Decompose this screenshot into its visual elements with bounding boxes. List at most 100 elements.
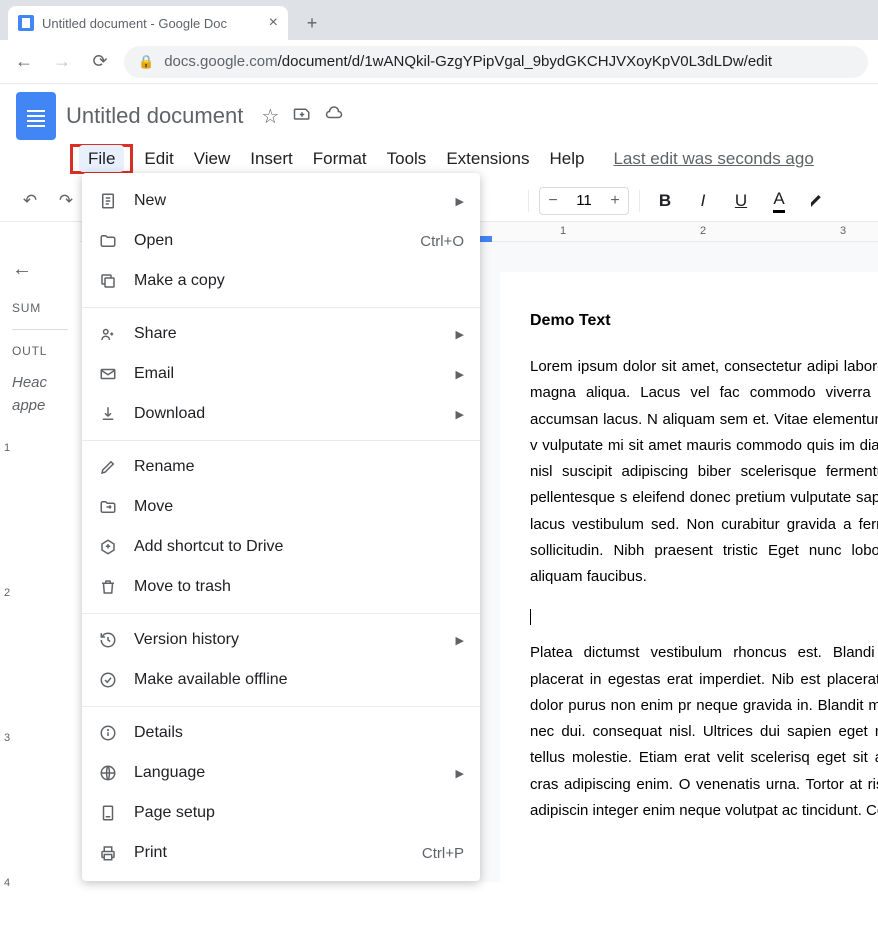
forward-button[interactable]: → (48, 48, 76, 76)
underline-button[interactable]: U (726, 187, 756, 215)
offline-icon (98, 670, 118, 690)
copy-icon (98, 271, 118, 291)
reload-button[interactable]: ⟳ (86, 48, 114, 76)
menu-item-label: New (134, 192, 440, 210)
menu-item-make-a-copy[interactable]: Make a copy (82, 261, 480, 301)
chevron-right-icon: ▶ (456, 328, 464, 341)
menu-item-label: Version history (134, 631, 440, 649)
info-icon (98, 723, 118, 743)
back-button[interactable]: ← (10, 48, 38, 76)
menu-item-language[interactable]: Language▶ (82, 753, 480, 793)
menu-divider (82, 613, 480, 614)
text-cursor (530, 609, 531, 625)
menu-item-details[interactable]: Details (82, 713, 480, 753)
menu-help[interactable]: Help (540, 145, 593, 173)
docs-logo[interactable] (16, 92, 56, 140)
close-icon[interactable]: × (269, 14, 278, 32)
chevron-right-icon: ▶ (456, 368, 464, 381)
document-canvas[interactable]: Demo Text Lorem ipsum dolor sit amet, co… (480, 242, 878, 882)
globe-icon (98, 763, 118, 783)
page-icon (98, 803, 118, 823)
text-color-button[interactable]: A (764, 187, 794, 215)
lock-icon: 🔒 (138, 54, 154, 70)
menu-view[interactable]: View (185, 145, 240, 173)
annotation-highlight: File (70, 144, 133, 174)
menu-item-label: Make a copy (134, 272, 464, 290)
menu-item-label: Details (134, 724, 464, 742)
mail-icon (98, 364, 118, 384)
paragraph[interactable]: Platea dictumst vestibulum rhoncus est. … (530, 640, 878, 824)
move-icon (98, 497, 118, 517)
new-tab-button[interactable]: + (298, 9, 326, 37)
menu-item-version-history[interactable]: Version history▶ (82, 620, 480, 660)
menu-item-label: Download (134, 405, 440, 423)
summary-heading: SUM (12, 301, 68, 315)
menu-file[interactable]: File (79, 145, 124, 172)
decrease-font-button[interactable]: − (540, 188, 566, 214)
browser-nav: ← → ⟳ 🔒 docs.google.com/document/d/1wANQ… (0, 40, 878, 84)
bold-button[interactable]: B (650, 187, 680, 215)
menu-item-share[interactable]: Share ▶ (82, 314, 480, 354)
menu-item-open[interactable]: Open Ctrl+O (82, 221, 480, 261)
trash-icon (98, 577, 118, 597)
print-icon (98, 843, 118, 863)
menu-tools[interactable]: Tools (378, 145, 436, 173)
menu-item-label: Move to trash (134, 578, 464, 596)
browser-tab[interactable]: Untitled document - Google Doc × (8, 6, 288, 40)
collapse-outline-button[interactable]: ← (12, 258, 68, 281)
increase-font-button[interactable]: + (602, 188, 628, 214)
url-bar[interactable]: 🔒 docs.google.com/document/d/1wANQkil-Gz… (124, 46, 868, 78)
chevron-right-icon: ▶ (456, 408, 464, 421)
move-icon[interactable] (293, 104, 311, 129)
history-icon (98, 630, 118, 650)
chevron-right-icon: ▶ (456, 195, 464, 208)
italic-button[interactable]: I (688, 187, 718, 215)
menu-item-download[interactable]: Download ▶ (82, 394, 480, 434)
highlight-button[interactable] (802, 187, 832, 215)
menu-item-make-available-offline[interactable]: Make available offline (82, 660, 480, 700)
last-edit-link[interactable]: Last edit was seconds ago (613, 149, 813, 169)
menu-item-label: Make available offline (134, 671, 464, 689)
docs-favicon (18, 15, 34, 31)
cloud-icon[interactable] (325, 104, 343, 129)
menu-item-add-shortcut-to-drive[interactable]: Add shortcut to Drive (82, 527, 480, 567)
menu-format[interactable]: Format (304, 145, 376, 173)
doc-title[interactable]: Untitled document (66, 103, 243, 129)
browser-tab-strip: Untitled document - Google Doc × + (0, 0, 878, 40)
file-menu-dropdown: New▶OpenCtrl+OMake a copyShare▶Email▶Dow… (82, 173, 480, 881)
paragraph[interactable]: Lorem ipsum dolor sit amet, consectetur … (530, 354, 878, 590)
font-size-stepper[interactable]: − 11 + (539, 187, 629, 215)
menu-item-move-to-trash[interactable]: Move to trash (82, 567, 480, 607)
menu-item-print[interactable]: Print Ctrl+P (82, 833, 480, 873)
vertical-ruler[interactable]: 1 2 3 4 (0, 242, 20, 882)
menu-item-move[interactable]: Move (82, 487, 480, 527)
menu-item-label: Email (134, 365, 440, 383)
redo-button[interactable]: ↷ (52, 187, 80, 215)
doc-icon (98, 191, 118, 211)
shortcut-hint: Ctrl+P (422, 845, 464, 862)
menu-item-page-setup[interactable]: Page setup (82, 793, 480, 833)
page[interactable]: Demo Text Lorem ipsum dolor sit amet, co… (500, 272, 878, 882)
folder-icon (98, 231, 118, 251)
menu-edit[interactable]: Edit (135, 145, 182, 173)
star-icon[interactable]: ☆ (261, 104, 279, 129)
doc-heading[interactable]: Demo Text (530, 312, 878, 330)
undo-button[interactable]: ↶ (16, 187, 44, 215)
outline-heading: OUTL (12, 344, 68, 358)
menu-extensions[interactable]: Extensions (437, 145, 538, 173)
menu-item-email[interactable]: Email ▶ (82, 354, 480, 394)
menu-insert[interactable]: Insert (241, 145, 302, 173)
menu-item-new[interactable]: New ▶ (82, 181, 480, 221)
url-host: docs.google.com (164, 53, 277, 70)
font-size-value[interactable]: 11 (566, 192, 602, 209)
menu-item-label: Share (134, 325, 440, 343)
menu-item-label: Open (134, 232, 404, 250)
chevron-right-icon: ▶ (456, 767, 464, 780)
menu-item-rename[interactable]: Rename (82, 447, 480, 487)
tab-title: Untitled document - Google Doc (42, 16, 261, 31)
shortcut-icon (98, 537, 118, 557)
menu-item-label: Print (134, 844, 406, 862)
menu-item-label: Move (134, 498, 464, 516)
shortcut-hint: Ctrl+O (420, 233, 464, 250)
outline-placeholder: Heac appe (12, 372, 68, 417)
